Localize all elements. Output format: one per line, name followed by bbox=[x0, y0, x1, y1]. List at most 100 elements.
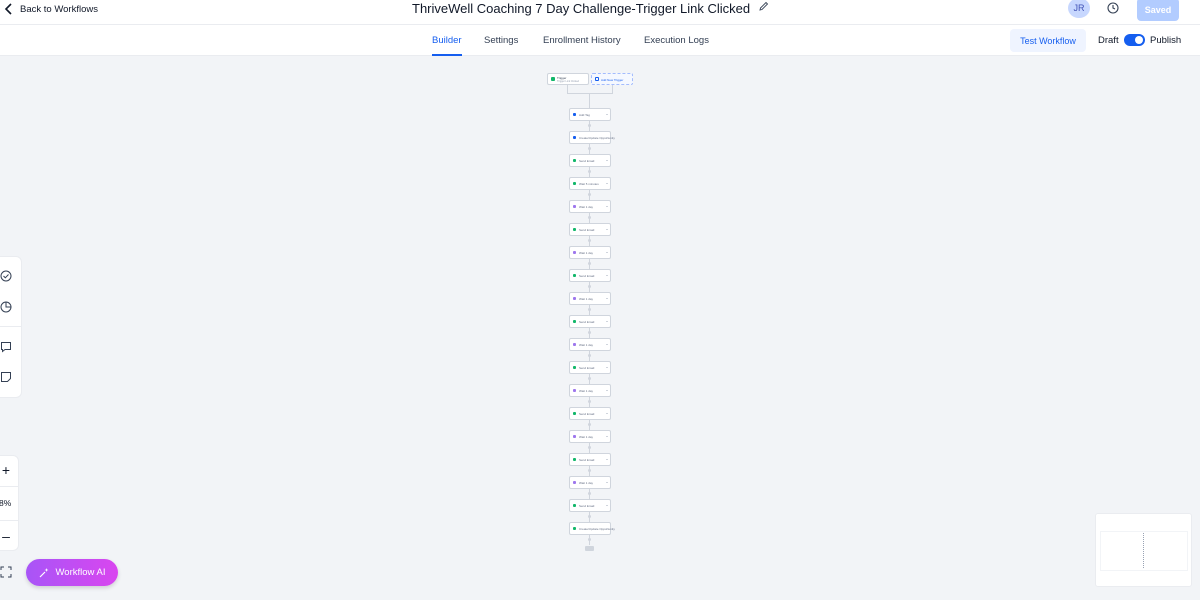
tab-builder[interactable]: Builder bbox=[432, 35, 462, 56]
action-icon bbox=[573, 182, 576, 185]
minimap-flow bbox=[1143, 533, 1144, 569]
node-menu-icon[interactable] bbox=[606, 252, 608, 253]
action-icon bbox=[573, 228, 576, 231]
action-icon bbox=[573, 320, 576, 323]
workflow-action-node[interactable]: Send Email bbox=[569, 453, 611, 466]
node-menu-icon[interactable] bbox=[606, 436, 608, 437]
add-step-dot[interactable] bbox=[588, 124, 591, 127]
action-icon bbox=[573, 389, 576, 392]
side-tools-panel bbox=[0, 256, 22, 398]
node-menu-icon[interactable] bbox=[606, 344, 608, 345]
check-circle-icon[interactable] bbox=[0, 270, 12, 282]
publish-toggle[interactable] bbox=[1124, 34, 1145, 46]
workflow-action-node[interactable]: Wait 1 day bbox=[569, 384, 611, 397]
add-step-dot[interactable] bbox=[588, 216, 591, 219]
workflow-action-node[interactable]: Wait 1 day bbox=[569, 292, 611, 305]
action-icon bbox=[573, 366, 576, 369]
minimap[interactable] bbox=[1095, 513, 1192, 587]
tab-execution-logs[interactable]: Execution Logs bbox=[644, 35, 709, 46]
add-step-dot[interactable] bbox=[588, 469, 591, 472]
add-step-dot[interactable] bbox=[588, 262, 591, 265]
node-menu-icon[interactable] bbox=[606, 275, 608, 276]
node-menu-icon[interactable] bbox=[606, 229, 608, 230]
add-step-dot[interactable] bbox=[588, 308, 591, 311]
add-step-dot[interactable] bbox=[588, 285, 591, 288]
action-label: Create/Update Opportunity bbox=[579, 526, 615, 531]
node-menu-icon[interactable] bbox=[606, 114, 608, 115]
add-step-dot[interactable] bbox=[588, 377, 591, 380]
add-step-dot[interactable] bbox=[588, 423, 591, 426]
workflow-action-node[interactable]: Wait 1 day bbox=[569, 200, 611, 213]
trigger-node[interactable]: Trigger Trigger Link Clicked bbox=[547, 73, 589, 85]
workflow-title: ThriveWell Coaching 7 Day Challenge-Trig… bbox=[412, 0, 751, 16]
workflow-action-node[interactable]: Send Email bbox=[569, 269, 611, 282]
add-step-dot[interactable] bbox=[588, 170, 591, 173]
add-step-dot[interactable] bbox=[588, 492, 591, 495]
add-step-dot[interactable] bbox=[588, 515, 591, 518]
add-step-dot[interactable] bbox=[588, 538, 591, 541]
edit-title-icon[interactable] bbox=[758, 0, 769, 17]
add-step-dot[interactable] bbox=[588, 147, 591, 150]
action-icon bbox=[573, 412, 576, 415]
node-menu-icon[interactable] bbox=[606, 298, 608, 299]
workflow-action-node[interactable]: Wait 5 minutes bbox=[569, 177, 611, 190]
saved-button[interactable]: Saved bbox=[1137, 0, 1179, 21]
back-to-workflows-link[interactable]: Back to Workflows bbox=[4, 1, 98, 17]
workflow-action-node[interactable]: Create/Update Opportunity bbox=[569, 131, 615, 144]
node-menu-icon[interactable] bbox=[606, 459, 608, 460]
node-menu-icon[interactable] bbox=[606, 482, 608, 483]
avatar[interactable]: JR bbox=[1068, 0, 1090, 18]
node-menu-icon[interactable] bbox=[606, 160, 608, 161]
action-label: Add Tag bbox=[579, 112, 590, 117]
add-step-dot[interactable] bbox=[588, 331, 591, 334]
action-label: Wait 1 day bbox=[579, 296, 594, 301]
trigger-subtitle: Trigger Link Clicked bbox=[557, 80, 579, 83]
workflow-action-node[interactable]: Send Email bbox=[569, 499, 611, 512]
node-menu-icon[interactable] bbox=[606, 206, 608, 207]
history-icon[interactable] bbox=[1106, 1, 1120, 15]
publish-label: Publish bbox=[1150, 35, 1182, 46]
workflow-ai-button[interactable]: Workflow AI bbox=[26, 559, 118, 586]
zoom-out-button[interactable]: – bbox=[0, 528, 12, 544]
tab-settings[interactable]: Settings bbox=[484, 35, 518, 46]
note-icon[interactable] bbox=[0, 371, 12, 383]
action-icon bbox=[573, 504, 576, 507]
workflow-action-node[interactable]: Send Email bbox=[569, 315, 611, 328]
add-step-dot[interactable] bbox=[588, 446, 591, 449]
add-trigger-button[interactable]: Add New Trigger bbox=[591, 73, 633, 85]
node-menu-icon[interactable] bbox=[606, 505, 608, 506]
test-workflow-button[interactable]: Test Workflow bbox=[1010, 29, 1086, 52]
tab-enrollment-history[interactable]: Enrollment History bbox=[543, 35, 621, 46]
workflow-action-node[interactable]: Wait 1 day bbox=[569, 246, 611, 259]
workflow-action-node[interactable]: Send Email bbox=[569, 407, 611, 420]
pie-chart-icon[interactable] bbox=[0, 301, 12, 313]
node-menu-icon[interactable] bbox=[606, 528, 608, 529]
add-step-dot[interactable] bbox=[588, 400, 591, 403]
node-menu-icon[interactable] bbox=[606, 413, 608, 414]
workflow-action-node[interactable]: Wait 1 day bbox=[569, 338, 611, 351]
node-menu-icon[interactable] bbox=[606, 183, 608, 184]
fit-view-icon[interactable] bbox=[0, 566, 12, 578]
workflow-action-node[interactable]: Add Tag bbox=[569, 108, 611, 121]
action-label: Create/Update Opportunity bbox=[579, 135, 615, 140]
action-icon bbox=[573, 251, 576, 254]
add-step-dot[interactable] bbox=[588, 354, 591, 357]
workflow-action-node[interactable]: Send Email bbox=[569, 154, 611, 167]
comment-icon[interactable] bbox=[0, 341, 12, 353]
add-step-dot[interactable] bbox=[588, 239, 591, 242]
trigger-icon bbox=[551, 77, 555, 81]
workflow-action-node[interactable]: Create/Update Opportunity bbox=[569, 522, 615, 535]
workflow-action-node[interactable]: Send Email bbox=[569, 223, 611, 236]
workflow-action-node[interactable]: Send Email bbox=[569, 361, 611, 374]
workflow-action-node[interactable]: Wait 1 day bbox=[569, 476, 611, 489]
workflow-action-node[interactable]: Wait 1 day bbox=[569, 430, 611, 443]
node-menu-icon[interactable] bbox=[606, 367, 608, 368]
action-label: Send Email bbox=[579, 227, 595, 232]
plus-icon bbox=[595, 77, 599, 81]
node-menu-icon[interactable] bbox=[606, 137, 608, 138]
add-step-dot[interactable] bbox=[588, 193, 591, 196]
draft-label: Draft bbox=[1098, 35, 1119, 46]
zoom-in-button[interactable]: + bbox=[0, 462, 12, 478]
node-menu-icon[interactable] bbox=[606, 321, 608, 322]
node-menu-icon[interactable] bbox=[606, 390, 608, 391]
